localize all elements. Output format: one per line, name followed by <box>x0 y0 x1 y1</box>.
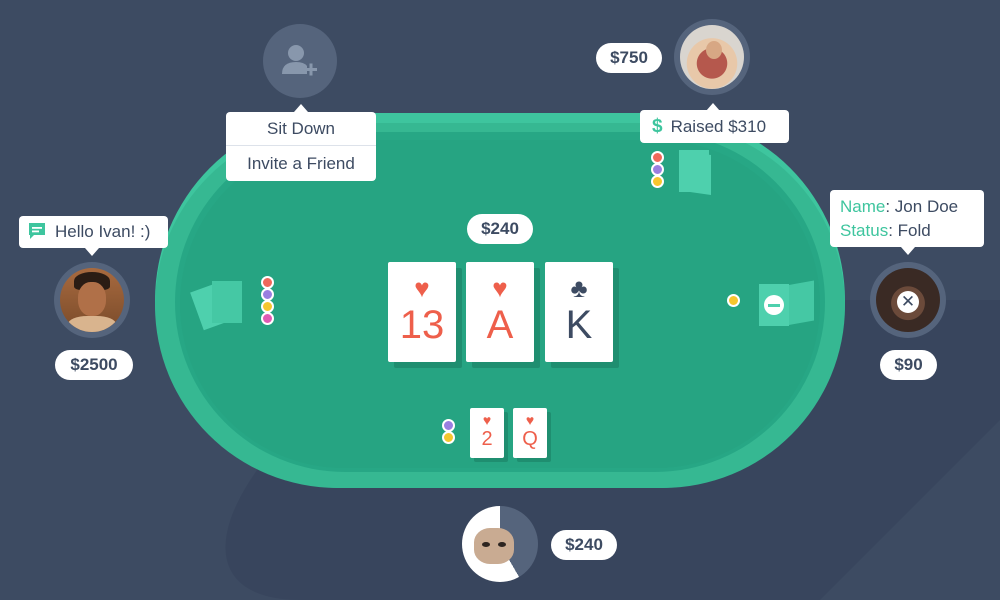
add-user-icon <box>282 45 317 76</box>
player-stack: $750 <box>596 43 662 73</box>
chat-bubble-icon <box>29 223 45 239</box>
player-stack: $2500 <box>55 350 133 380</box>
player-action: Raised $310 <box>670 117 767 136</box>
invite-friend-button[interactable]: Invite a Friend <box>226 146 376 181</box>
empty-seat-button[interactable] <box>263 24 337 98</box>
chip <box>651 175 664 188</box>
seat-menu-arrow <box>294 104 308 112</box>
card-back <box>786 280 814 326</box>
card-rank: K <box>565 303 593 347</box>
card-suit: ♥ <box>492 273 508 303</box>
sit-down-button[interactable]: Sit Down <box>226 112 376 146</box>
chip <box>442 431 455 444</box>
community-card: ♣ K <box>545 262 613 362</box>
community-card: ♥ 13 <box>388 262 456 362</box>
card-suit: ♥ <box>414 273 430 303</box>
seat-menu: Sit Down Invite a Friend <box>226 112 376 181</box>
chat-bubble: Hello Ivan! :) <box>19 216 168 248</box>
card-suit: ♥ <box>525 412 535 428</box>
close-icon: ✕ <box>897 291 919 313</box>
hand-card: ♥ Q <box>513 408 547 458</box>
player-photo <box>60 268 124 332</box>
minus-icon <box>764 295 784 315</box>
info-status-value: : Fold <box>888 221 931 240</box>
player-info-tooltip: Name: Jon Doe Status: Fold <box>830 190 984 247</box>
card-back <box>679 150 709 192</box>
pot-amount: $240 <box>467 214 533 244</box>
player-stack: $90 <box>880 350 937 380</box>
chat-bubble-arrow <box>85 248 99 256</box>
info-tooltip-arrow <box>901 247 915 255</box>
card-suit: ♥ <box>482 412 492 428</box>
hand-card: ♥ 2 <box>470 408 504 458</box>
chip <box>727 294 740 307</box>
avatar[interactable] <box>674 19 750 95</box>
player-photo <box>680 25 744 89</box>
card-rank: 2 <box>481 428 493 450</box>
card-back <box>759 284 789 326</box>
card-back <box>212 281 242 323</box>
card-rank: A <box>486 303 514 347</box>
player-photo: ✕ <box>876 268 940 332</box>
info-name-value: : Jon Doe <box>885 197 959 216</box>
chat-message: Hello Ivan! :) <box>55 222 151 241</box>
card-rank: 13 <box>399 303 445 347</box>
avatar[interactable]: ✕ <box>870 262 946 338</box>
community-card: ♥ A <box>466 262 534 362</box>
chip <box>261 312 274 325</box>
dollar-icon: $ <box>652 116 663 137</box>
info-status-label: Status <box>840 221 889 240</box>
player-stack: $240 <box>551 530 617 560</box>
card-rank: Q <box>522 428 538 450</box>
avatar[interactable] <box>462 506 538 582</box>
card-suit: ♣ <box>570 273 588 303</box>
action-tooltip: $ Raised $310 <box>640 110 789 143</box>
info-name-label: Name <box>840 197 886 216</box>
avatar[interactable] <box>54 262 130 338</box>
